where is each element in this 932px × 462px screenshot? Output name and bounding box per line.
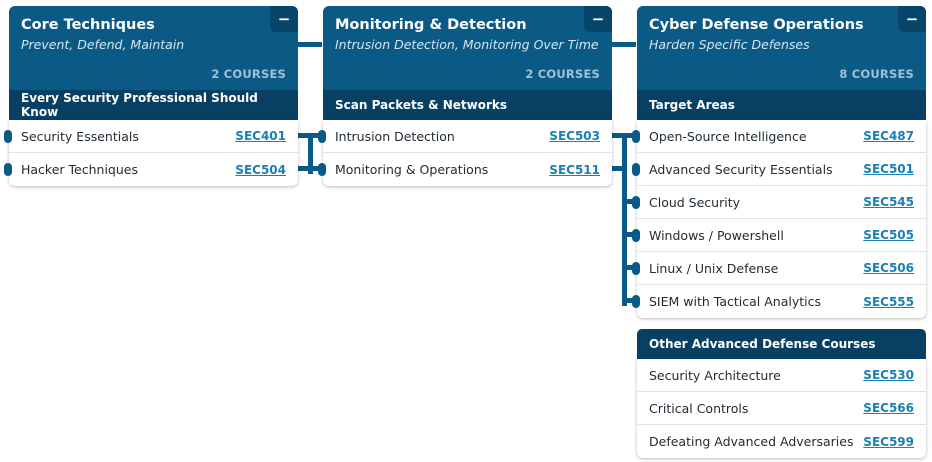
course-row: SIEM with Tactical Analytics SEC555 bbox=[632, 285, 926, 318]
course-code-link[interactable]: SEC501 bbox=[863, 162, 914, 176]
course-count: 2 COURSES bbox=[525, 67, 600, 81]
collapse-button[interactable]: − bbox=[584, 6, 612, 32]
course-row: Monitoring & Operations SEC511 bbox=[318, 153, 612, 186]
course-code-link[interactable]: SEC566 bbox=[863, 401, 914, 415]
course-count: 2 COURSES bbox=[211, 67, 286, 81]
course-row: Defeating Advanced Adversaries SEC599 bbox=[637, 425, 926, 458]
card-title: Cyber Defense Operations bbox=[649, 17, 864, 33]
course-row: Advanced Security Essentials SEC501 bbox=[632, 153, 926, 186]
connector-dot bbox=[4, 130, 12, 143]
course-name: Linux / Unix Defense bbox=[649, 260, 779, 276]
course-code-link[interactable]: SEC511 bbox=[549, 163, 600, 177]
course-row: Open-Source Intelligence SEC487 bbox=[632, 120, 926, 153]
card-subtitle: Harden Specific Defenses bbox=[649, 37, 810, 52]
course-name: Monitoring & Operations bbox=[335, 162, 489, 177]
course-code-link[interactable]: SEC503 bbox=[549, 129, 600, 143]
card-core-techniques: Core Techniques Prevent, Defend, Maintai… bbox=[4, 6, 298, 186]
connector-dot bbox=[632, 163, 640, 176]
course-code-link[interactable]: SEC545 bbox=[863, 195, 914, 209]
course-name: Security Essentials bbox=[21, 128, 139, 144]
course-row: Intrusion Detection SEC503 bbox=[318, 120, 612, 153]
card-title: Core Techniques bbox=[21, 17, 155, 33]
course-count: 8 COURSES bbox=[839, 67, 914, 81]
card-subtitle: Intrusion Detection, Monitoring Over Tim… bbox=[335, 37, 599, 52]
course-list: Open-Source Intelligence SEC487 Advanced… bbox=[632, 120, 926, 318]
course-row: Security Essentials SEC401 bbox=[4, 120, 298, 153]
card-cyber-defense-operations: Cyber Defense Operations Harden Specific… bbox=[632, 6, 926, 458]
course-code-link[interactable]: SEC555 bbox=[863, 295, 914, 309]
connector-rows-vertical-2 bbox=[622, 133, 627, 306]
connector-dot bbox=[4, 163, 12, 176]
collapse-button[interactable]: − bbox=[270, 6, 298, 32]
course-name: Windows / Powershell bbox=[649, 227, 784, 243]
course-list: Intrusion Detection SEC503 Monitoring & … bbox=[318, 120, 612, 186]
connector-dot bbox=[632, 229, 640, 242]
section-header: Scan Packets & Networks bbox=[323, 90, 612, 120]
course-row: Linux / Unix Defense SEC506 bbox=[632, 252, 926, 285]
section-header: Target Areas bbox=[637, 90, 926, 120]
card-subtitle: Prevent, Defend, Maintain bbox=[21, 37, 185, 52]
course-name: Intrusion Detection bbox=[335, 128, 455, 144]
card-header: Monitoring & Detection Intrusion Detecti… bbox=[323, 6, 612, 90]
course-row: Windows / Powershell SEC505 bbox=[632, 219, 926, 252]
course-code-link[interactable]: SEC530 bbox=[863, 368, 914, 382]
course-row: Hacker Techniques SEC504 bbox=[4, 153, 298, 186]
course-list-other: Security Architecture SEC530 Critical Co… bbox=[637, 359, 926, 458]
connector-header-2-3 bbox=[611, 42, 636, 47]
card-monitoring-detection: Monitoring & Detection Intrusion Detecti… bbox=[318, 6, 612, 186]
course-name: SIEM with Tactical Analytics bbox=[649, 294, 821, 309]
connector-dot bbox=[318, 163, 326, 176]
card-header: Cyber Defense Operations Harden Specific… bbox=[637, 6, 926, 90]
course-row: Cloud Security SEC545 bbox=[632, 186, 926, 219]
card-title: Monitoring & Detection bbox=[335, 17, 527, 33]
course-code-link[interactable]: SEC504 bbox=[235, 163, 286, 177]
connector-header-1-2 bbox=[297, 42, 322, 47]
connector-rows-h-2b bbox=[612, 166, 627, 171]
connector-dot bbox=[632, 196, 640, 209]
collapse-button[interactable]: − bbox=[898, 6, 926, 32]
connector-dot bbox=[632, 262, 640, 275]
course-name: Defeating Advanced Adversaries bbox=[649, 434, 854, 449]
course-name: Open-Source Intelligence bbox=[649, 128, 807, 144]
course-code-link[interactable]: SEC599 bbox=[863, 435, 914, 449]
card-header: Core Techniques Prevent, Defend, Maintai… bbox=[9, 6, 298, 90]
course-code-link[interactable]: SEC487 bbox=[863, 129, 914, 143]
course-code-link[interactable]: SEC505 bbox=[863, 228, 914, 242]
course-list: Security Essentials SEC401 Hacker Techni… bbox=[4, 120, 298, 186]
section-header: Every Security Professional Should Know bbox=[9, 90, 298, 120]
course-name: Critical Controls bbox=[649, 400, 749, 416]
course-name: Security Architecture bbox=[649, 367, 781, 383]
connector-dot bbox=[318, 130, 326, 143]
course-code-link[interactable]: SEC506 bbox=[863, 261, 914, 275]
course-row: Critical Controls SEC566 bbox=[637, 392, 926, 425]
course-name: Advanced Security Essentials bbox=[649, 161, 833, 177]
course-code-link[interactable]: SEC401 bbox=[235, 129, 286, 143]
course-name: Cloud Security bbox=[649, 194, 741, 210]
connector-dot bbox=[632, 130, 640, 143]
section-header-other: Other Advanced Defense Courses bbox=[637, 329, 926, 359]
connector-dot bbox=[632, 295, 640, 308]
course-name: Hacker Techniques bbox=[21, 162, 138, 177]
course-row: Security Architecture SEC530 bbox=[637, 359, 926, 392]
